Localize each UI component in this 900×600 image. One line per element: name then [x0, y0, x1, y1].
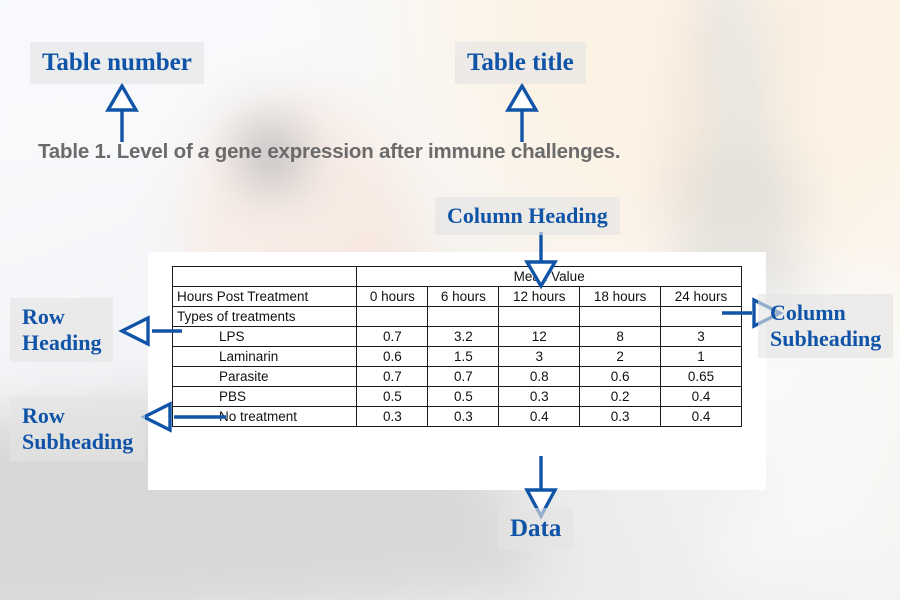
column-subheading-1: 6 hours: [427, 286, 500, 307]
row-group-label: Types of treatments: [171, 306, 358, 327]
column-subheading-2: 12 hours: [498, 286, 581, 307]
column-subheading-0: 0 hours: [356, 286, 429, 307]
cell-notreat-4: 0.4: [660, 406, 742, 427]
arrow-left-row-subheading: [140, 401, 226, 433]
annotation-table-title: Table title: [455, 42, 586, 84]
spanner-empty-cell: [171, 266, 358, 287]
annotation-table-number: Table number: [30, 42, 204, 84]
caption-prefix: Table 1. Level of: [38, 140, 199, 163]
cell-notreat-0: 0.3: [356, 406, 429, 427]
arrow-left-row-heading: [118, 315, 182, 347]
table-row: No treatment 0.3 0.3 0.4 0.3 0.4: [171, 406, 742, 427]
data-table: Mean Value Hours Post Treatment 0 hours …: [171, 266, 742, 427]
table-row-subheadings: Hours Post Treatment 0 hours 6 hours 12 …: [171, 286, 742, 307]
cell-parasite-3: 0.6: [579, 366, 662, 387]
cell-parasite-0: 0.7: [356, 366, 429, 387]
cell-notreat-3: 0.3: [579, 406, 662, 427]
row-label-lps: LPS: [171, 326, 358, 347]
cell-pbs-2: 0.3: [498, 386, 581, 407]
table-panel: Mean Value Hours Post Treatment 0 hours …: [148, 252, 766, 490]
cell-laminarin-3: 2: [579, 346, 662, 367]
slide-canvas: Table 1. Level of a gene expression afte…: [0, 0, 900, 600]
cell-notreat-1: 0.3: [427, 406, 500, 427]
caption-suffix: gene expression after immune challenges.: [209, 140, 621, 163]
annotation-column-heading: Column Heading: [435, 197, 620, 235]
cell-parasite-1: 0.7: [427, 366, 500, 387]
cell-lps-2: 12: [498, 326, 581, 347]
caption-gene-name: a: [198, 140, 210, 163]
cell-lps-3: 8: [579, 326, 662, 347]
cell-parasite-2: 0.8: [498, 366, 581, 387]
table-row: PBS 0.5 0.5 0.3 0.2 0.4: [171, 386, 742, 407]
cell-pbs-1: 0.5: [427, 386, 500, 407]
cell-laminarin-4: 1: [660, 346, 742, 367]
cell-laminarin-2: 3: [498, 346, 581, 367]
cell-pbs-3: 0.2: [579, 386, 662, 407]
row-heading-cell: Hours Post Treatment: [171, 286, 358, 307]
annotation-data: Data: [498, 508, 574, 550]
arrow-up-table-title: [504, 82, 540, 142]
cell-lps-1: 3.2: [427, 326, 500, 347]
arrow-down-column-heading: [523, 232, 559, 290]
table-caption: Table 1. Level of a gene expression afte…: [38, 140, 621, 164]
cell-pbs-4: 0.4: [660, 386, 742, 407]
cell-lps-0: 0.7: [356, 326, 429, 347]
annotation-row-subheading: Row Subheading: [10, 397, 146, 461]
row-label-parasite: Parasite: [171, 366, 358, 387]
table-row: Laminarin 0.6 1.5 3 2 1: [171, 346, 742, 367]
arrow-up-table-number: [104, 82, 140, 142]
cell-lps-4: 3: [660, 326, 742, 347]
cell-pbs-0: 0.5: [356, 386, 429, 407]
table-row-spanner: Mean Value: [171, 266, 742, 287]
table-row-group-label: Types of treatments: [171, 306, 742, 327]
cell-notreat-2: 0.4: [498, 406, 581, 427]
cell-laminarin-0: 0.6: [356, 346, 429, 367]
cell-parasite-4: 0.65: [660, 366, 742, 387]
row-label-laminarin: Laminarin: [171, 346, 358, 367]
cell-laminarin-1: 1.5: [427, 346, 500, 367]
annotation-row-heading: Row Heading: [10, 298, 114, 362]
column-subheading-3: 18 hours: [579, 286, 662, 307]
table-row: Parasite 0.7 0.7 0.8 0.6 0.65: [171, 366, 742, 387]
annotation-column-subheading: Column Subheading: [758, 294, 894, 358]
table-row: LPS 0.7 3.2 12 8 3: [171, 326, 742, 347]
